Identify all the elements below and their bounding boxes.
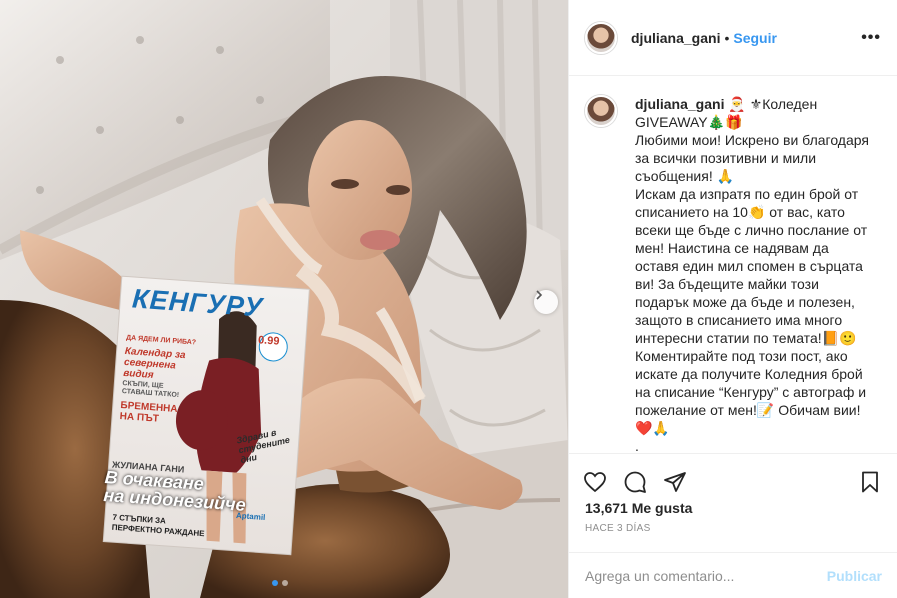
- publish-button[interactable]: Publicar: [827, 568, 882, 584]
- magazine-line-pregnant: БРЕМЕННА НА ПЪТ: [119, 400, 178, 425]
- more-options-icon[interactable]: •••: [861, 29, 881, 47]
- post-time[interactable]: HACE 3 DÍAS: [569, 523, 897, 534]
- post-panel: djuliana_gani • Seguir ••• djuliana_gani…: [568, 0, 897, 598]
- photo-illustration: [0, 0, 568, 598]
- carousel-indicator: [272, 580, 288, 586]
- caption-body: 🎅 ⚜Коледен GIVEAWAY🎄🎁 Любими мои! Искрен…: [635, 96, 869, 453]
- likes-count[interactable]: 13,671 Me gusta: [569, 500, 897, 516]
- actions-section: 13,671 Me gusta HACE 3 DÍAS Publicar: [569, 453, 897, 598]
- comment-form: Publicar: [569, 552, 897, 598]
- action-icons: [569, 454, 897, 500]
- magazine-brand: Aptamil: [235, 510, 266, 523]
- header-username[interactable]: djuliana_gani: [631, 30, 720, 46]
- magazine-price: 0.99: [257, 334, 280, 348]
- post-header: djuliana_gani • Seguir •••: [569, 0, 897, 76]
- carousel-dot: [282, 580, 288, 586]
- chevron-right-icon: [536, 290, 543, 300]
- caption-area: djuliana_gani 🎅 ⚜Коледен GIVEAWAY🎄🎁 Люби…: [569, 77, 897, 453]
- carousel-dot-active: [272, 580, 278, 586]
- follow-button[interactable]: Seguir: [733, 30, 777, 46]
- comment-icon[interactable]: [623, 470, 647, 494]
- post-photo[interactable]: КЕНГУРУ ДА ЯДЕМ ЛИ РИБА? Календар за сев…: [0, 0, 568, 598]
- share-icon[interactable]: [663, 470, 687, 494]
- caption-text: djuliana_gani 🎅 ⚜Коледен GIVEAWAY🎄🎁 Люби…: [635, 95, 875, 453]
- bookmark-icon[interactable]: [858, 470, 882, 494]
- caption-avatar[interactable]: [585, 95, 617, 127]
- comment-input[interactable]: [585, 568, 827, 584]
- caption-username[interactable]: djuliana_gani: [635, 96, 724, 112]
- heart-icon[interactable]: [583, 470, 607, 494]
- header-separator: •: [724, 29, 730, 46]
- magazine-line-calendar: Календар за севернена видия: [122, 345, 186, 381]
- carousel-next-button[interactable]: [534, 290, 558, 314]
- avatar[interactable]: [585, 21, 617, 54]
